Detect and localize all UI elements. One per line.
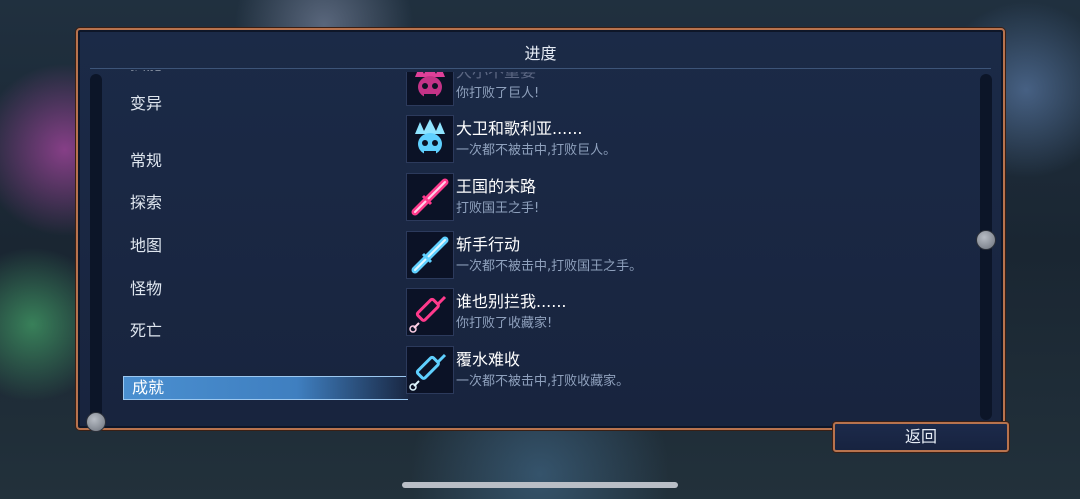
achievement-description: 你打败了巨人! — [456, 86, 540, 101]
panel-title: 进度 — [524, 44, 557, 63]
achievement-description: 一次都不被击中,打败国王之手。 — [456, 259, 643, 274]
achievement-title: 覆水难收 — [456, 350, 521, 369]
blade-icon — [406, 231, 454, 279]
achievement-title: 谁也别拦我...... — [456, 292, 567, 311]
category-general[interactable]: 常规 — [130, 150, 370, 172]
achievement-row[interactable]: 谁也别拦我...... 你打败了收藏家! — [406, 286, 966, 338]
achievement-row[interactable]: 斩手行动 一次都不被击中,打败国王之手。 — [406, 229, 966, 281]
achievement-scroll-handle[interactable] — [976, 230, 996, 250]
category-monsters[interactable]: 怪物 — [130, 278, 370, 300]
achievement-title: 大小不重要 — [456, 72, 536, 82]
category-skills[interactable]: 技能 — [130, 70, 370, 75]
syringe-icon — [406, 288, 454, 336]
category-scroll-handle[interactable] — [86, 412, 106, 432]
home-indicator[interactable] — [402, 482, 678, 488]
category-death[interactable]: 死亡 — [130, 320, 370, 342]
blade-icon — [406, 173, 454, 221]
category-mutations[interactable]: 变异 — [130, 93, 370, 115]
syringe-icon — [406, 346, 454, 394]
category-list-viewport: 技能 变异 常规 探索 地图 怪物 死亡 成就 — [118, 70, 408, 420]
achievement-title: 大卫和歌利亚...... — [456, 119, 583, 138]
achievement-description: 打败国王之手! — [456, 201, 540, 216]
achievement-title: 斩手行动 — [456, 235, 521, 254]
progress-panel: 进度 技能 变异 常规 探索 地图 怪物 死亡 成就 — [76, 28, 1005, 432]
category-map[interactable]: 地图 — [130, 235, 370, 257]
category-scrollbar[interactable] — [90, 74, 102, 420]
skull-crown-icon — [406, 72, 454, 106]
title-divider — [90, 68, 991, 69]
achievement-row[interactable]: 大小不重要 你打败了巨人! — [406, 72, 966, 108]
achievement-description: 一次都不被击中,打败收藏家。 — [456, 374, 630, 389]
achievement-row[interactable]: 王国的末路 打败国王之手! — [406, 171, 966, 223]
category-achievements[interactable]: 成就 — [123, 376, 408, 400]
achievement-title: 王国的末路 — [456, 177, 537, 196]
achievement-description: 一次都不被击中,打败巨人。 — [456, 143, 617, 158]
achievement-row[interactable]: 覆水难收 一次都不被击中,打败收藏家。 — [406, 344, 966, 396]
back-button[interactable]: 返回 — [833, 422, 1009, 452]
achievement-list-viewport: 大小不重要 你打败了巨人! 大卫和歌利亚...... 一次都不被击中,打败巨人。 — [390, 72, 976, 420]
skull-crown-icon — [406, 115, 454, 163]
achievement-row[interactable]: 大卫和歌利亚...... 一次都不被击中,打败巨人。 — [406, 113, 966, 165]
category-exploration[interactable]: 探索 — [130, 192, 370, 214]
achievement-description: 你打败了收藏家! — [456, 316, 553, 331]
